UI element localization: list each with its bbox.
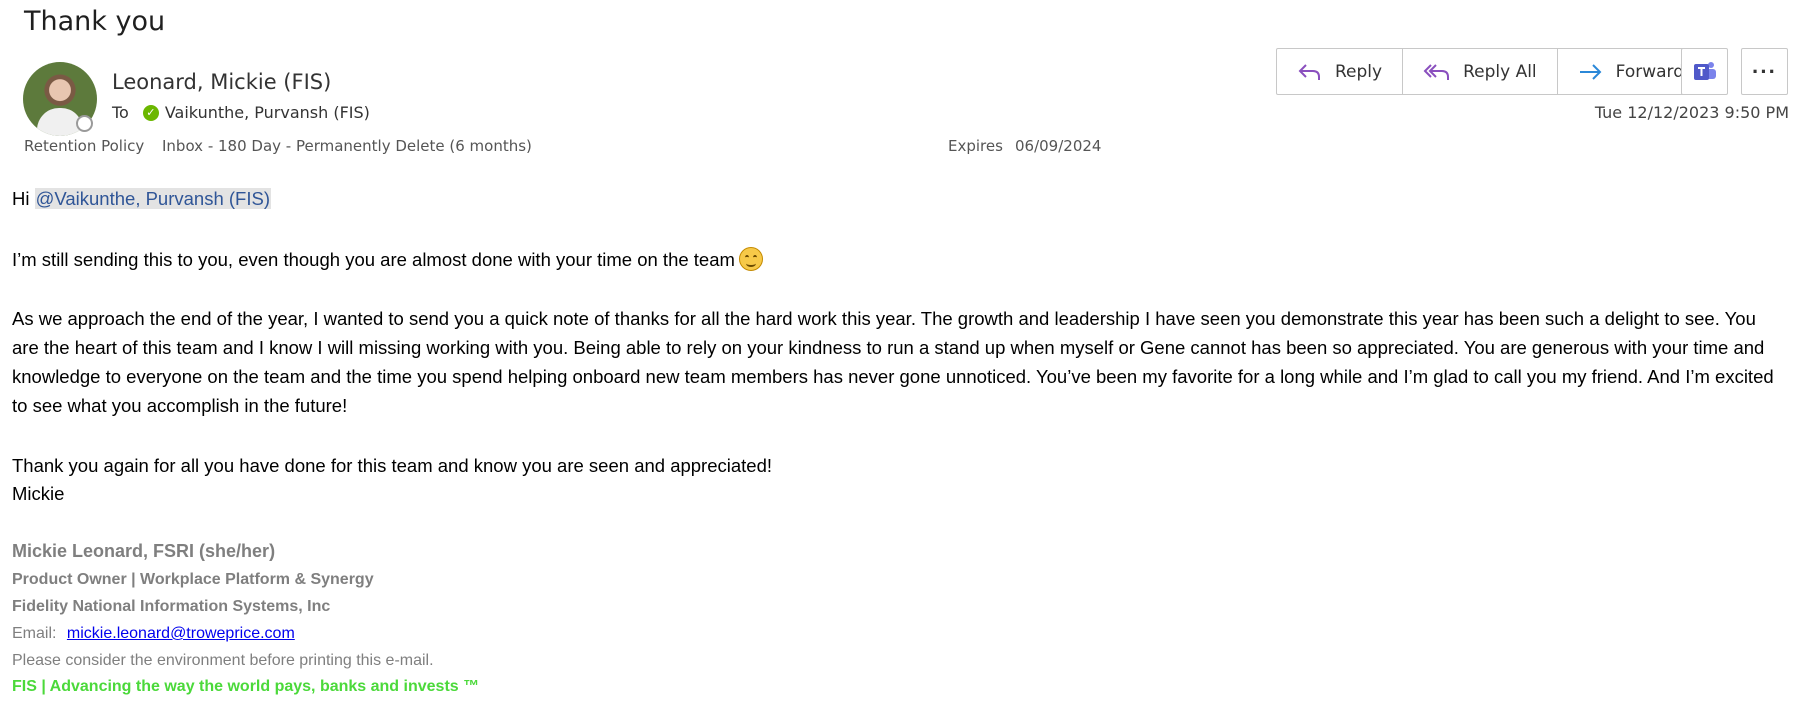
body-line-1-text: I’m still sending this to you, even thou… [12, 249, 735, 270]
teams-icon [1693, 61, 1716, 80]
retention-policy-value: Inbox - 180 Day - Permanently Delete (6 … [162, 137, 532, 155]
recipient-row: To ✓ Vaikunthe, Purvansh (FIS) [112, 103, 370, 122]
recipient-mention[interactable]: @Vaikunthe, Purvansh (FIS) [34, 188, 271, 209]
greeting-line: Hi @Vaikunthe, Purvansh (FIS) [12, 184, 1787, 213]
signature-email-label: Email: [12, 625, 57, 642]
recipient-name[interactable]: Vaikunthe, Purvansh (FIS) [165, 103, 370, 122]
signature-tagline: FIS | Advancing the way the world pays, … [12, 678, 480, 695]
signature-email-row: Email: mickie.leonard@troweprice.com [12, 620, 295, 647]
retention-policy-label: Retention Policy [24, 137, 145, 155]
body-sign-off: Mickie [12, 483, 65, 504]
reply-all-icon [1423, 63, 1450, 80]
signature-environment-note: Please consider the environment before p… [12, 652, 434, 669]
forward-label: Forward [1615, 61, 1685, 82]
email-subject: Thank you [24, 6, 166, 37]
smiling-face-icon [738, 247, 763, 271]
body-closing: Thank you again for all you have done fo… [12, 455, 773, 476]
greeting-prefix: Hi [12, 188, 30, 209]
reply-icon [1298, 63, 1320, 80]
expires-value: 06/09/2024 [1015, 137, 1102, 155]
signature-title: Product Owner | Workplace Platform & Syn… [12, 571, 374, 588]
reply-all-label: Reply All [1463, 61, 1537, 82]
sender-name[interactable]: Leonard, Mickie (FIS) [112, 70, 331, 94]
signature-name: Mickie Leonard, FSRI (she/her) [12, 541, 276, 561]
presence-status-icon [76, 115, 93, 132]
signature-company: Fidelity National Information Systems, I… [12, 598, 331, 615]
reply-all-button[interactable]: Reply All [1403, 49, 1558, 94]
expires-label: Expires [948, 137, 1003, 155]
check-circle-icon: ✓ [142, 104, 159, 121]
more-actions-button[interactable]: ··· [1741, 48, 1788, 95]
teams-button[interactable] [1681, 48, 1728, 95]
to-label: To [112, 103, 129, 122]
reply-label: Reply [1335, 61, 1383, 82]
body-paragraph: As we approach the end of the year, I wa… [12, 308, 1774, 416]
message-actions-toolbar: Reply Reply All Forward [1276, 48, 1706, 95]
forward-icon [1579, 63, 1602, 80]
reply-button[interactable]: Reply [1277, 49, 1404, 94]
sent-date: Tue 12/12/2023 9:50 PM [1594, 103, 1789, 122]
body-line-1: I’m still sending this to you, even thou… [12, 245, 1787, 274]
signature-email-link[interactable]: mickie.leonard@troweprice.com [67, 625, 295, 642]
